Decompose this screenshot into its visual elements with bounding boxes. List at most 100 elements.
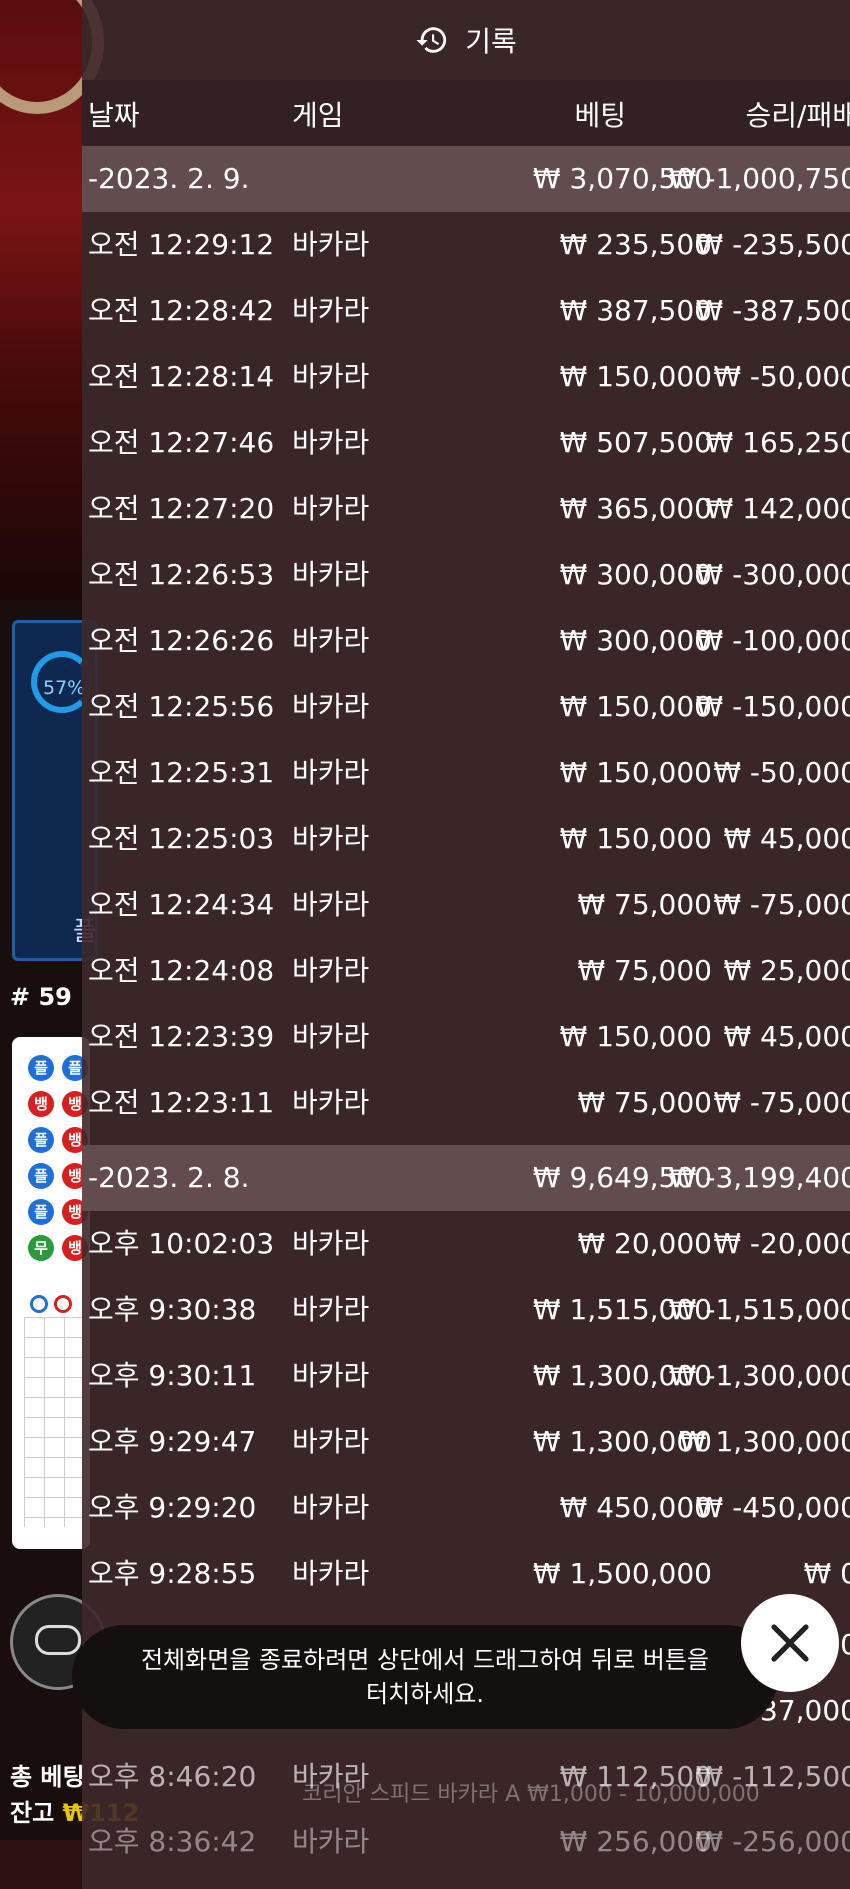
total-bet-label: 총 베팅	[10, 1763, 85, 1791]
group-date: -2023. 2. 9.	[88, 162, 250, 195]
row-result: ₩ 1,300,000	[678, 1425, 850, 1458]
row-game: 바카라	[292, 294, 370, 327]
row-game: 바카라	[292, 888, 370, 921]
history-row[interactable]: 오후 9:30:38 바카라 ₩ 1,515,000 ₩ -1,515,000	[82, 1277, 850, 1343]
row-result: ₩ -50,000	[713, 756, 850, 789]
row-bet: ₩ 150,000	[559, 360, 712, 393]
column-result: 승리/패배	[745, 99, 850, 132]
history-row[interactable]: 오전 12:24:08 바카라 ₩ 75,000 ₩ 25,000	[82, 938, 850, 1004]
row-result: ₩ -300,000	[695, 558, 850, 591]
row-game: 바카라	[292, 228, 370, 261]
row-game: 바카라	[292, 690, 370, 723]
row-bet: ₩ 150,000	[559, 756, 712, 789]
history-row[interactable]: 오전 12:29:12 바카라 ₩ 235,500 ₩ -235,500	[82, 212, 850, 278]
row-bet: ₩ 150,000	[559, 690, 712, 723]
history-row[interactable]: 오후 8:36:42 바카라 ₩ 256,000 ₩ -256,000	[82, 1809, 850, 1875]
row-game: 바카라	[292, 1425, 370, 1458]
history-row[interactable]: 오전 12:25:31 바카라 ₩ 150,000 ₩ -50,000	[82, 740, 850, 806]
big-road-player	[30, 1295, 48, 1313]
date-group-header: -2023. 2. 8. ₩ 9,649,500 ₩ -3,199,400	[82, 1145, 850, 1211]
history-row[interactable]: 오전 12:25:03 바카라 ₩ 150,000 ₩ 45,000	[82, 806, 850, 872]
bottom-bar	[0, 1840, 82, 1889]
row-result: ₩ -235,500	[695, 228, 850, 261]
bead-road: 플 플 뱅 뱅 플 뱅 플 뱅 플 뱅 무 뱅	[12, 1037, 90, 1549]
history-row[interactable]: 오후 9:29:47 바카라 ₩ 1,300,000 ₩ 1,300,000	[82, 1409, 850, 1475]
row-game: 바카라	[292, 1020, 370, 1053]
row-time: 오후 8:36:42	[88, 1825, 257, 1858]
big-road-banker	[54, 1295, 72, 1313]
history-row[interactable]: 오전 12:26:53 바카라 ₩ 300,000 ₩ -300,000	[82, 542, 850, 608]
row-bet: ₩ 1,500,000	[532, 1557, 712, 1590]
percent-label: 57%	[43, 677, 86, 699]
bead-player: 플	[28, 1127, 54, 1153]
row-result: ₩ 142,000	[705, 492, 850, 525]
row-time: 오전 12:28:14	[88, 360, 275, 393]
row-bet: ₩ 365,000	[559, 492, 712, 525]
date-group-header: -2023. 2. 9. ₩ 3,070,500 ₩ -1,000,750	[82, 146, 850, 212]
group-total-result: ₩ -1,000,750	[668, 162, 850, 195]
row-result: ₩ 0	[803, 1557, 850, 1590]
row-time: 오전 12:26:26	[88, 624, 275, 657]
balance-label: 잔고	[10, 1799, 55, 1827]
row-time: 오후 10:02:03	[88, 1227, 275, 1260]
row-bet: ₩ 387,500	[559, 294, 712, 327]
row-bet: ₩ 150,000	[559, 822, 712, 855]
row-time: 오전 12:23:39	[88, 1020, 275, 1053]
row-result: ₩ -387,500	[695, 294, 850, 327]
table-ticker: 코리안 스피드 바카라 A ₩1,000 - 10,000,000	[302, 1782, 760, 1807]
history-row[interactable]: 오전 12:28:14 바카라 ₩ 150,000 ₩ -50,000	[82, 344, 850, 410]
row-time: 오전 12:23:11	[88, 1086, 275, 1119]
row-game: 바카라	[292, 426, 370, 459]
video-stream-area	[0, 0, 104, 600]
bead-player: 플	[28, 1163, 54, 1189]
history-row[interactable]: 오전 12:23:11 바카라 ₩ 75,000 ₩ -75,000	[82, 1070, 850, 1136]
history-panel: 기록 날짜 게임 베팅 승리/패배 -2023. 2. 9. ₩ 3,070,50…	[82, 0, 850, 1889]
row-game: 바카라	[292, 624, 370, 657]
history-row[interactable]: 오전 12:28:42 바카라 ₩ 387,500 ₩ -387,500	[82, 278, 850, 344]
row-game: 바카라	[292, 1491, 370, 1524]
history-row[interactable]: 오전 12:27:46 바카라 ₩ 507,500 ₩ 165,250	[82, 410, 850, 476]
row-time: 오후 9:30:38	[88, 1293, 257, 1326]
history-row[interactable]: 오전 12:26:26 바카라 ₩ 300,000 ₩ -100,000	[82, 608, 850, 674]
row-time: 오전 12:29:12	[88, 228, 275, 261]
bead-tie: 무	[28, 1235, 54, 1261]
row-game: 바카라	[292, 1359, 370, 1392]
history-row[interactable]: 오후 9:30:11 바카라 ₩ 1,300,000 ₩ -1,300,000	[82, 1343, 850, 1409]
chip-icon	[35, 1625, 81, 1655]
column-header-row: 날짜 게임 베팅 승리/패배	[82, 80, 850, 146]
history-row[interactable]: 오후 10:02:03 바카라 ₩ 20,000 ₩ -20,000	[82, 1211, 850, 1277]
row-result: ₩ -20,000	[713, 1227, 850, 1260]
fullscreen-toast: 전체화면을 종료하려면 상단에서 드래그하여 뒤로 버튼을 터치하세요.	[72, 1625, 778, 1729]
row-result: ₩ -50,000	[713, 360, 850, 393]
history-row[interactable]: 오전 12:27:20 바카라 ₩ 365,000 ₩ 142,000	[82, 476, 850, 542]
row-time: 오전 12:24:34	[88, 888, 275, 921]
row-time: 오후 9:29:47	[88, 1425, 257, 1458]
row-time: 오전 12:25:31	[88, 756, 275, 789]
row-time: 오후 9:28:55	[88, 1557, 257, 1590]
row-result: ₩ -256,000	[695, 1825, 850, 1858]
bead-player: 플	[28, 1055, 54, 1081]
history-row[interactable]: 오후 9:28:55 바카라 ₩ 1,500,000 ₩ 0	[82, 1541, 850, 1607]
row-game: 바카라	[292, 756, 370, 789]
row-time: 오전 12:25:56	[88, 690, 275, 723]
row-time: 오전 12:27:20	[88, 492, 275, 525]
round-number: # 59	[10, 983, 72, 1011]
row-game: 바카라	[292, 1825, 370, 1858]
history-row[interactable]: 오전 12:25:56 바카라 ₩ 150,000 ₩ -150,000	[82, 674, 850, 740]
row-result: ₩ -1,515,000	[668, 1293, 850, 1326]
row-bet: ₩ 20,000	[577, 1227, 712, 1260]
history-row[interactable]: 오후 9:29:20 바카라 ₩ 450,000 ₩ -450,000	[82, 1475, 850, 1541]
column-date: 날짜	[88, 99, 140, 132]
row-bet: ₩ 75,000	[577, 954, 712, 987]
row-result: ₩ 45,000	[723, 1020, 850, 1053]
row-game: 바카라	[292, 492, 370, 525]
row-time: 오전 12:26:53	[88, 558, 275, 591]
close-button[interactable]	[741, 1594, 839, 1692]
row-game: 바카라	[292, 558, 370, 591]
history-row[interactable]: 오전 12:24:34 바카라 ₩ 75,000 ₩ -75,000	[82, 872, 850, 938]
row-result: ₩ -1,300,000	[668, 1359, 850, 1392]
history-row[interactable]: 오전 12:23:39 바카라 ₩ 150,000 ₩ 45,000	[82, 1004, 850, 1070]
row-time: 오후 9:29:20	[88, 1491, 257, 1524]
row-result: ₩ -75,000	[713, 1086, 850, 1119]
column-game: 게임	[292, 99, 344, 132]
